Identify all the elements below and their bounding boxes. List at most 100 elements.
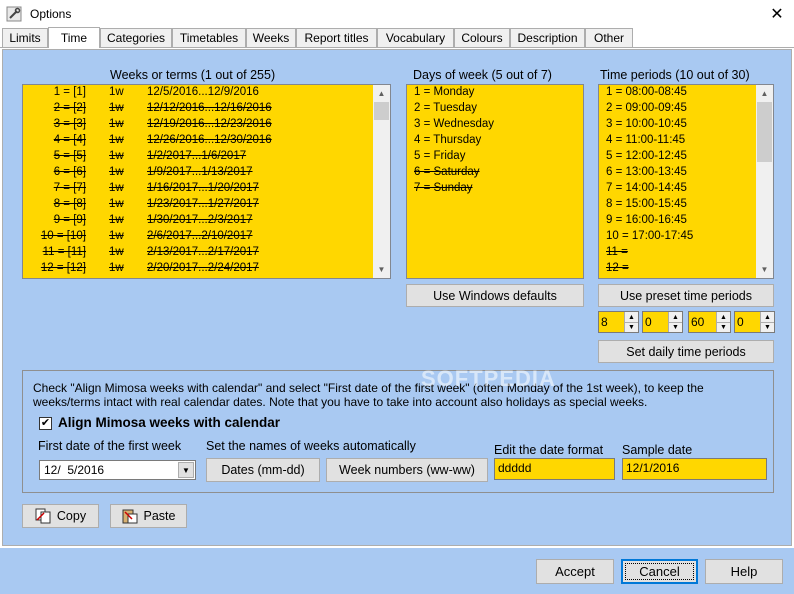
dates-mm-dd-button[interactable]: Dates (mm-dd) (206, 458, 320, 482)
use-windows-defaults-button[interactable]: Use Windows defaults (406, 284, 584, 307)
set-daily-time-periods-button[interactable]: Set daily time periods (598, 340, 774, 363)
weeks-header: Weeks or terms (1 out of 255) (110, 68, 276, 82)
tab-time[interactable]: Time (48, 27, 100, 48)
period-row[interactable]: 12 = (599, 262, 629, 278)
spin-up-icon[interactable]: ▲ (716, 312, 730, 322)
tab-colours[interactable]: Colours (454, 28, 510, 47)
align-weeks-checkbox[interactable]: ✔ (39, 417, 52, 430)
periods-scrollbar[interactable]: ▲ ▼ (756, 85, 773, 278)
period-row[interactable]: 5 = 12:00-12:45 (599, 150, 687, 166)
tab-categories[interactable]: Categories (100, 28, 172, 47)
tab-description[interactable]: Description (510, 28, 585, 47)
day-row[interactable]: 4 = Thursday (407, 134, 481, 150)
scroll-down-icon[interactable]: ▼ (373, 261, 390, 278)
week-length: 1w (109, 198, 124, 210)
tab-label: Timetables (179, 31, 239, 45)
week-dates: 12/5/2016...12/9/2016 (147, 86, 259, 98)
week-row[interactable]: 12 = [12] 1w 2/20/2017...2/24/2017 (23, 262, 259, 278)
week-dates: 12/26/2016...12/30/2016 (147, 134, 272, 146)
week-row[interactable]: 10 = [10] 1w 2/6/2017...2/10/2017 (23, 230, 253, 246)
week-dates: 2/13/2017...2/17/2017 (147, 246, 259, 258)
calendar-instructions: Check "Align Mimosa weeks with calendar"… (33, 381, 704, 409)
week-row[interactable]: 11 = [11] 1w 2/13/2017...2/17/2017 (23, 246, 259, 262)
help-button[interactable]: Help (705, 559, 783, 584)
tab-weeks[interactable]: Weeks (246, 28, 296, 47)
week-dates: 2/6/2017...2/10/2017 (147, 230, 253, 242)
period-row[interactable]: 9 = 16:00-16:45 (599, 214, 687, 230)
week-row[interactable]: 1 = [1] 1w 12/5/2016...12/9/2016 (23, 86, 259, 102)
scroll-thumb[interactable] (757, 102, 772, 162)
scroll-up-icon[interactable]: ▲ (756, 85, 773, 102)
start-hour-spinner[interactable]: 8 ▲ ▼ (598, 311, 639, 333)
break-length-spinner[interactable]: 0 ▲ ▼ (734, 311, 775, 333)
tab-timetables[interactable]: Timetables (172, 28, 246, 47)
period-row[interactable]: 3 = 10:00-10:45 (599, 118, 687, 134)
day-row[interactable]: 6 = Saturday (407, 166, 480, 182)
accept-button[interactable]: Accept (536, 559, 614, 584)
week-numbers-button[interactable]: Week numbers (ww-ww) (326, 458, 488, 482)
close-button[interactable]: ✕ (760, 0, 794, 27)
period-length-spinner[interactable]: 60 ▲ ▼ (688, 311, 731, 333)
tab-strip: Limits Time Categories Timetables Weeks … (0, 27, 794, 48)
scroll-down-icon[interactable]: ▼ (756, 261, 773, 278)
period-row[interactable]: 8 = 15:00-15:45 (599, 198, 687, 214)
copy-button[interactable]: Copy (22, 504, 99, 528)
period-row[interactable]: 11 = (599, 246, 628, 262)
dropdown-arrow-icon[interactable]: ▼ (178, 462, 194, 478)
week-row[interactable]: 2 = [2] 1w 12/12/2016...12/16/2016 (23, 102, 272, 118)
week-number: 6 = [6] (53, 166, 86, 178)
weeks-scrollbar[interactable]: ▲ ▼ (373, 85, 390, 278)
spin-up-icon[interactable]: ▲ (624, 312, 638, 322)
tab-label: Weeks (252, 31, 290, 45)
day-row[interactable]: 5 = Friday (407, 150, 465, 166)
period-row[interactable]: 6 = 13:00-13:45 (599, 166, 687, 182)
day-row[interactable]: 1 = Monday (407, 86, 474, 102)
week-row[interactable]: 8 = [8] 1w 1/23/2017...1/27/2017 (23, 198, 259, 214)
days-list[interactable]: 1 = Monday 2 = Tuesday 3 = Wednesday 4 = Th… (406, 84, 584, 279)
start-minute-spinner[interactable]: 0 ▲ ▼ (642, 311, 683, 333)
period-row[interactable]: 2 = 09:00-09:45 (599, 102, 687, 118)
spin-down-icon[interactable]: ▼ (624, 322, 638, 332)
use-preset-time-periods-button[interactable]: Use preset time periods (598, 284, 774, 307)
window-title: Options (30, 6, 72, 21)
dialog-footer: Accept Cancel Help (0, 548, 794, 594)
week-row[interactable]: 4 = [4] 1w 12/26/2016...12/30/2016 (23, 134, 272, 150)
tab-label: Other (593, 31, 624, 45)
days-header: Days of week (5 out of 7) (413, 68, 552, 82)
scroll-up-icon[interactable]: ▲ (373, 85, 390, 102)
period-row[interactable]: 4 = 11:00-11:45 (599, 134, 685, 150)
periods-list[interactable]: 1 = 08:00-08:45 2 = 09:00-09:45 3 = 10:00-… (598, 84, 774, 279)
first-date-picker[interactable]: 12/ 5/2016 ▼ (39, 460, 196, 480)
spin-down-icon[interactable]: ▼ (668, 322, 682, 332)
spinner-value: 0 (645, 315, 652, 329)
day-row[interactable]: 2 = Tuesday (407, 102, 477, 118)
spin-up-icon[interactable]: ▲ (760, 312, 774, 322)
weeks-list[interactable]: 1 = [1] 1w 12/5/2016...12/9/2016 2 = [2] 1w 1… (22, 84, 391, 279)
time-panel: Weeks or terms (1 out of 255) 1 = [1] 1w 1… (2, 49, 792, 546)
week-row[interactable]: 6 = [6] 1w 1/9/2017...1/13/2017 (23, 166, 253, 182)
tab-vocabulary[interactable]: Vocabulary (377, 28, 454, 47)
week-row[interactable]: 9 = [9] 1w 1/30/2017...2/3/2017 (23, 214, 253, 230)
period-row[interactable]: 10 = 17:00-17:45 (599, 230, 693, 246)
sample-date-label: Sample date (622, 443, 693, 457)
week-row[interactable]: 7 = [7] 1w 1/16/2017...1/20/2017 (23, 182, 259, 198)
week-row[interactable]: 5 = [5] 1w 1/2/2017...1/6/2017 (23, 150, 246, 166)
day-row[interactable]: 7 = Sunday (407, 182, 473, 198)
date-format-input[interactable]: ddddd (494, 458, 615, 480)
scroll-thumb[interactable] (374, 102, 389, 120)
paste-button[interactable]: Paste (110, 504, 187, 528)
tab-report-titles[interactable]: Report titles (296, 28, 377, 47)
week-row[interactable]: 3 = [3] 1w 12/19/2016...12/23/2016 (23, 118, 272, 134)
week-length: 1w (109, 262, 124, 274)
spin-down-icon[interactable]: ▼ (760, 322, 774, 332)
week-length: 1w (109, 150, 124, 162)
tab-other[interactable]: Other (585, 28, 633, 47)
period-row[interactable]: 7 = 14:00-14:45 (599, 182, 687, 198)
period-row[interactable]: 1 = 08:00-08:45 (599, 86, 687, 102)
cancel-button[interactable]: Cancel (621, 559, 698, 584)
spin-down-icon[interactable]: ▼ (716, 322, 730, 332)
day-row[interactable]: 3 = Wednesday (407, 118, 494, 134)
tab-limits[interactable]: Limits (2, 28, 48, 47)
calendar-group: Check "Align Mimosa weeks with calendar"… (22, 370, 774, 493)
spin-up-icon[interactable]: ▲ (668, 312, 682, 322)
